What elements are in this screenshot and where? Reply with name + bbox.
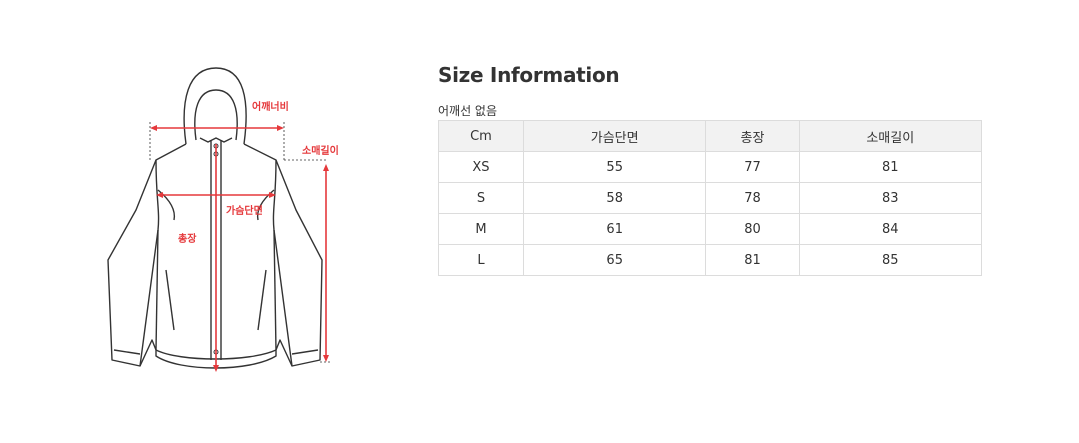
- sleeve-arrow: [323, 164, 329, 362]
- size-info-note: 어깨선 없음: [438, 104, 498, 118]
- size-cell: L: [438, 244, 524, 276]
- chest-cell: 58: [522, 182, 707, 214]
- table-row: S 58 78 83: [438, 182, 983, 214]
- length-label: 총장: [178, 232, 197, 245]
- header-cell: 가슴단면: [522, 120, 707, 152]
- sleeve-label: 소매길이: [302, 144, 339, 157]
- size-table: Cm 가슴단면 총장 소매길이 XS 55 77 81 S 58 78 83 M…: [438, 120, 983, 276]
- sleeve-cell: 84: [798, 213, 983, 245]
- length-cell: 78: [705, 182, 800, 214]
- table-row: M 61 80 84: [438, 213, 983, 245]
- shoulder-arrow: [150, 125, 284, 131]
- chest-label: 가슴단면: [226, 204, 263, 217]
- chest-cell: 61: [522, 213, 707, 245]
- table-row: XS 55 77 81: [438, 151, 983, 183]
- size-table-header-row: Cm 가슴단면 총장 소매길이: [438, 120, 983, 152]
- jacket-measurement-diagram: 어깨너비 소매길이 가슴단면 총장: [107, 67, 339, 372]
- chest-cell: 65: [522, 244, 707, 276]
- sleeve-cell: 83: [798, 182, 983, 214]
- sleeve-cell: 81: [798, 151, 983, 183]
- size-cell: XS: [438, 151, 524, 183]
- length-cell: 80: [705, 213, 800, 245]
- shoulder-label: 어깨너비: [252, 100, 289, 113]
- table-row: L 65 81 85: [438, 244, 983, 276]
- length-cell: 77: [705, 151, 800, 183]
- length-arrow: [213, 144, 219, 372]
- sleeve-cell: 85: [798, 244, 983, 276]
- size-cell: M: [438, 213, 524, 245]
- size-cell: S: [438, 182, 524, 214]
- header-cell: Cm: [438, 120, 524, 152]
- chest-cell: 55: [522, 151, 707, 183]
- length-cell: 81: [705, 244, 800, 276]
- size-info-title: Size Information: [438, 63, 620, 87]
- jacket-outline: [107, 67, 323, 369]
- header-cell: 소매길이: [798, 120, 983, 152]
- header-cell: 총장: [705, 120, 800, 152]
